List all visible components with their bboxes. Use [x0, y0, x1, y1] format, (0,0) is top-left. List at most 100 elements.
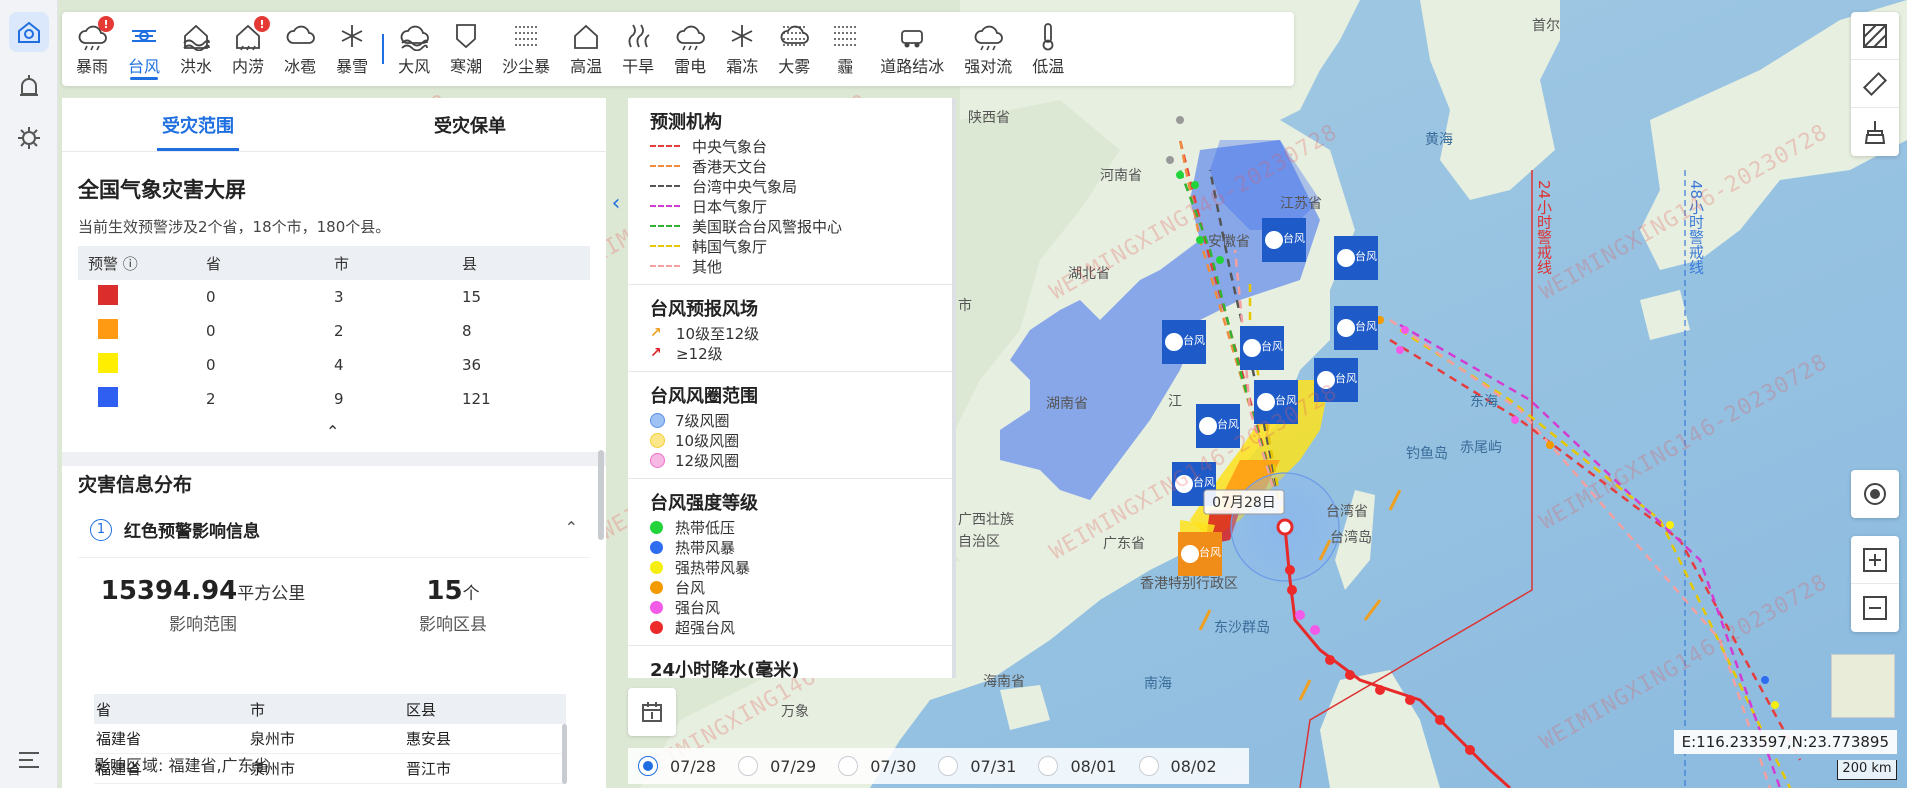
intensity-dot-icon: [650, 560, 663, 574]
warning-row: 2 9 121: [78, 382, 590, 416]
hazard-toolbar: 暴雨! 台风 洪水 内涝! 冰雹 暴雪 大风 寒潮 沙尘暴 高温 干旱 雷电 霜冻 大雾 霾 道路结冰 强对流低…: [62, 12, 1294, 86]
hazard-frost[interactable]: 霜冻: [716, 12, 768, 86]
draw-area-button[interactable]: [1851, 12, 1899, 60]
legend-rain-title: 24小时降水(毫米): [650, 660, 800, 678]
radio-icon[interactable]: [838, 756, 859, 776]
virus-icon: [18, 127, 40, 149]
legend-circle-item: 10级风圈: [650, 430, 934, 450]
hazard-label: 道路结冰: [880, 57, 945, 76]
legend-intensity-name: 超强台风: [675, 618, 736, 637]
date-option[interactable]: 08/01: [1038, 756, 1117, 776]
warning-color-swatch: [98, 353, 118, 373]
chevron-up-icon[interactable]: ⌃: [565, 518, 578, 537]
intensity-dot-icon: [650, 600, 663, 614]
hazard-fog[interactable]: 大雾: [768, 12, 820, 86]
hazard-thunder[interactable]: 雷电: [664, 12, 716, 86]
hazard-sandstorm[interactable]: 沙尘暴: [492, 12, 560, 86]
collapse-table-button[interactable]: ⌃: [326, 422, 339, 441]
locate-button[interactable]: [1851, 470, 1899, 518]
hazard-snowstorm[interactable]: 暴雪: [326, 12, 378, 86]
hazard-waterlogging[interactable]: 内涝!: [222, 12, 274, 86]
warning-color-swatch: [98, 285, 118, 305]
warning-prov: 0: [206, 356, 216, 374]
county-stat: 15个 影响区县: [328, 576, 578, 635]
tab-affected-policies[interactable]: 受灾保单: [334, 98, 606, 151]
region-scrollbar[interactable]: [562, 724, 567, 784]
region-table: 省 市 区县 福建省 泉州市 惠安县 福建省 泉州市 晋江市: [94, 694, 566, 784]
hazard-hail[interactable]: 冰雹: [274, 12, 326, 86]
svg-text:东海: 东海: [1470, 394, 1498, 410]
date-option[interactable]: 08/02: [1138, 756, 1217, 776]
rail-virus-button[interactable]: [9, 118, 49, 158]
svg-text:台风: 台风: [1199, 545, 1221, 559]
hazard-label: 霜冻: [726, 57, 759, 76]
panel-title: 全国气象灾害大屏: [78, 178, 246, 202]
collapse-panel-button[interactable]: ‹: [604, 188, 628, 218]
warning-level: [78, 319, 206, 343]
hazard-label: 内涝: [232, 57, 265, 76]
radio-icon[interactable]: [738, 756, 759, 776]
legend-intensity-name: 强台风: [675, 598, 721, 617]
date-option[interactable]: 07/28: [638, 756, 716, 776]
warning-level: [78, 285, 206, 309]
hazard-rain[interactable]: 暴雨!: [66, 12, 118, 86]
date-option[interactable]: 07/30: [838, 756, 916, 776]
thermometer-icon: [1042, 23, 1054, 51]
left-rail: [0, 0, 58, 788]
hazard-cold-wave[interactable]: 寒潮: [440, 12, 492, 86]
rail-alarm-button[interactable]: [9, 66, 49, 106]
hazard-wind[interactable]: 大风: [388, 12, 440, 86]
calendar-button[interactable]: [628, 688, 676, 736]
radio-icon[interactable]: [938, 756, 959, 776]
tab-affected-range[interactable]: 受灾范围: [62, 98, 334, 151]
distribution-title: 灾害信息分布: [78, 474, 193, 496]
radio-icon[interactable]: [1138, 756, 1159, 776]
clear-button[interactable]: [1851, 108, 1899, 156]
hazard-heat[interactable]: 高温: [560, 12, 612, 86]
legend-wind-item: ↗ ≥12级: [650, 343, 934, 363]
hazard-road-ice[interactable]: 道路结冰: [870, 12, 954, 86]
hazard-thermometer[interactable]: 低温: [1022, 12, 1074, 86]
legend-intensity-list: 热带低压 热带风暴 强热带风暴 台风 强台风 超强台风: [650, 517, 934, 637]
legend-agency: 韩国气象厅: [650, 236, 934, 256]
region-row: 福建省 泉州市 惠安县: [94, 724, 566, 754]
svg-text:台风: 台风: [1261, 339, 1283, 353]
road-ice-icon: [901, 30, 924, 48]
legend-agency: 中央气象台: [650, 136, 934, 156]
legend-agency-list: 中央气象台 香港天文台 台湾中央气象局 日本气象厅 美国联合台风警报中心 韩国气象厅 其他: [650, 136, 934, 276]
cold-wave-icon: [456, 24, 477, 49]
hazard-drought[interactable]: 干旱: [612, 12, 664, 86]
legend-circle-item: 12级风圈: [650, 450, 934, 470]
intensity-dot-icon: [650, 520, 663, 534]
svg-text:台风: 台风: [1355, 319, 1377, 333]
hazard-haze[interactable]: 霾: [820, 12, 870, 86]
radio-icon[interactable]: [1038, 756, 1059, 776]
radio-icon[interactable]: [638, 756, 658, 776]
panel-scrollbar[interactable]: [598, 450, 604, 540]
snowstorm-icon: [341, 25, 363, 47]
rail-home-button[interactable]: [9, 12, 49, 52]
minimap[interactable]: [1831, 654, 1895, 718]
county-value: 15: [426, 576, 463, 606]
legend-circles-title: 台风风圈范围: [650, 386, 758, 407]
svg-text:台湾省: 台湾省: [1326, 503, 1368, 520]
zoom-in-button[interactable]: [1851, 536, 1899, 584]
hazard-flood[interactable]: 洪水: [170, 12, 222, 86]
legend-agencies-title: 预测机构: [650, 112, 722, 133]
measure-button[interactable]: [1851, 60, 1899, 108]
legend-intensity-item: 强热带风暴: [650, 557, 934, 577]
legend-wind-name: ≥12级: [676, 344, 723, 363]
legend-intensity-name: 热带风暴: [675, 538, 736, 557]
legend-circle-list: 7级风圈 10级风圈 12级风圈: [650, 410, 934, 470]
region-cell: 泉州市: [250, 730, 296, 748]
date-option[interactable]: 07/29: [738, 756, 816, 776]
red-alert-header[interactable]: 1 红色预警影响信息 ⌃: [78, 502, 590, 558]
hazard-convection[interactable]: 强对流: [954, 12, 1022, 86]
rail-menu-button[interactable]: [9, 740, 49, 780]
warning-city: 3: [334, 288, 344, 306]
warning-rows: 0 3 15 0 2 8 0 4 36 2 9 121: [78, 280, 590, 416]
hazard-typhoon[interactable]: 台风: [118, 12, 170, 86]
date-option[interactable]: 07/31: [938, 756, 1016, 776]
zoom-out-button[interactable]: [1851, 584, 1899, 632]
warning-summary: 当前生效预警涉及2个省，18个市，180个县。: [78, 218, 391, 236]
